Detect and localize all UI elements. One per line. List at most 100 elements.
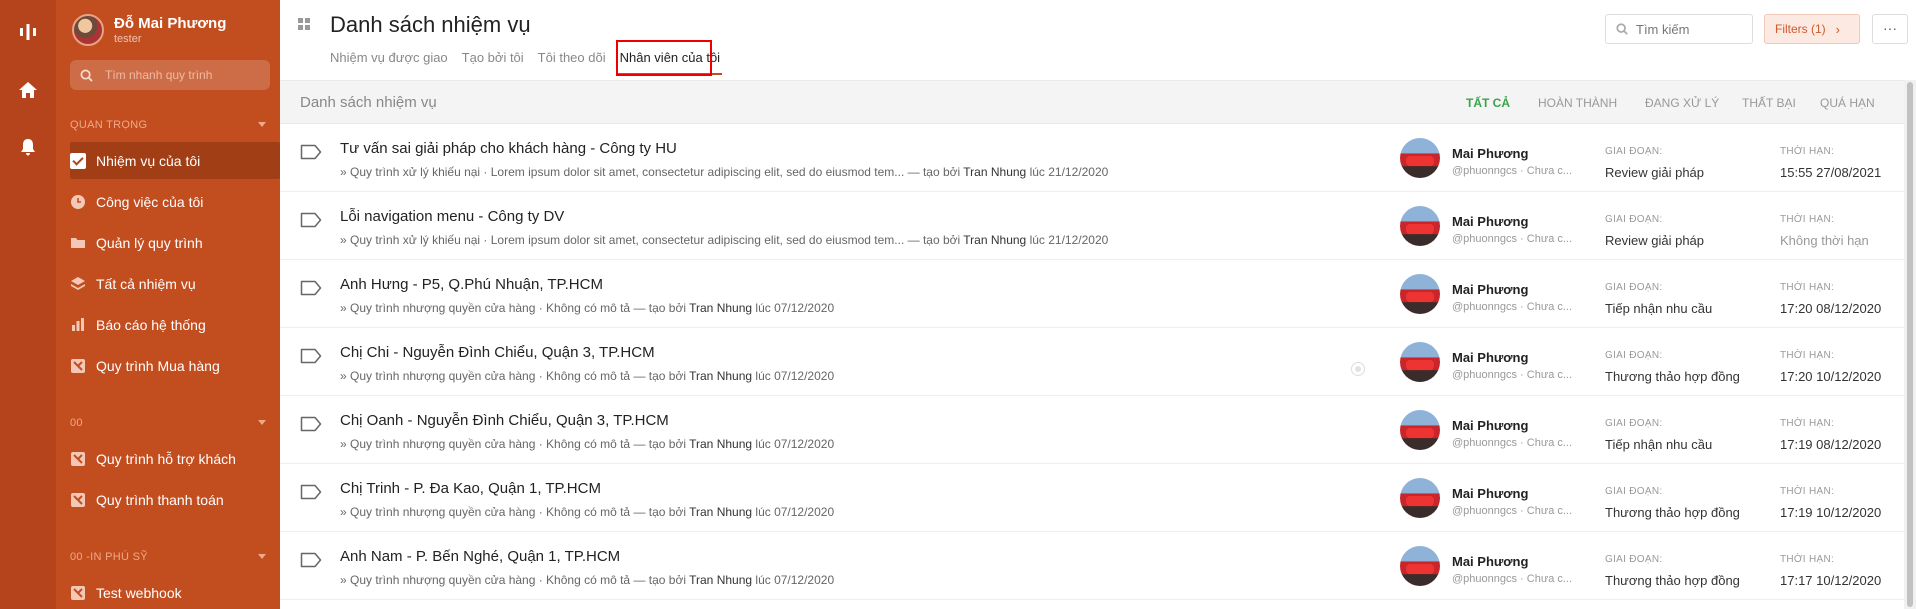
tag-icon[interactable] bbox=[300, 348, 322, 364]
stage-value: Tiếp nhận nhu cầu bbox=[1605, 301, 1713, 316]
sidebar-item-my-work[interactable]: Công việc của tôi bbox=[70, 183, 280, 220]
assignee-name: Mai Phương bbox=[1452, 214, 1529, 229]
page-title: Danh sách nhiệm vụ bbox=[330, 12, 531, 37]
task-description: » Quy trình nhượng quyền cửa hàng · Khôn… bbox=[340, 573, 690, 587]
section-header[interactable]: 00 -IN PHÚ SỸ bbox=[70, 551, 266, 563]
search-input[interactable]: Tìm kiếm bbox=[1605, 14, 1753, 44]
sidebar-item-test-webhook[interactable]: Test webhook bbox=[70, 574, 280, 609]
home-icon[interactable] bbox=[18, 80, 38, 100]
filters-button[interactable]: Filters (1) › bbox=[1764, 14, 1860, 44]
sidebar-item-label: Quy trình thanh toán bbox=[96, 491, 224, 508]
due-label: THỜI HẠN: bbox=[1780, 282, 1835, 293]
task-subtitle: » Quy trình xử lý khiếu nại · Lorem ipsu… bbox=[340, 165, 1108, 179]
task-row[interactable]: Anh Hưng - P5, Q.Phú Nhuận, TP.HCM » Quy… bbox=[280, 260, 1904, 328]
list-title: Danh sách nhiệm vụ bbox=[300, 94, 437, 111]
stage-value: Thương thảo hợp đồng bbox=[1605, 573, 1740, 588]
sidebar-item-label: Báo cáo hệ thống bbox=[96, 316, 206, 333]
due-label: THỜI HẠN: bbox=[1780, 214, 1835, 225]
user-role: tester bbox=[114, 32, 142, 45]
task-created-time: lúc 07/12/2020 bbox=[752, 437, 835, 451]
due-label: THỜI HẠN: bbox=[1780, 486, 1835, 497]
sidebar-item-all-tasks[interactable]: Tất cả nhiệm vụ bbox=[70, 265, 280, 302]
task-title[interactable]: Chị Oanh - Nguyễn Đình Chiểu, Quận 3, TP… bbox=[340, 412, 669, 429]
radio-button[interactable] bbox=[1351, 362, 1365, 376]
task-title[interactable]: Lỗi navigation menu - Công ty DV bbox=[340, 208, 564, 225]
assignee-name: Mai Phương bbox=[1452, 554, 1529, 569]
task-creator: Tran Nhung bbox=[689, 573, 753, 587]
sidebar-search-placeholder: Tìm nhanh quy trình bbox=[105, 68, 213, 82]
task-title[interactable]: Chị Chi - Nguyễn Đình Chiểu, Quận 3, TP.… bbox=[340, 344, 655, 361]
filter-all[interactable]: TẤT CẢ bbox=[1466, 96, 1510, 110]
task-row[interactable]: Chị Chi - Nguyễn Đình Chiểu, Quận 3, TP.… bbox=[280, 328, 1904, 396]
due-value: 15:55 27/08/2021 bbox=[1780, 165, 1882, 180]
task-title[interactable]: Anh Nam - P. Bến Nghé, Quận 1, TP.HCM bbox=[340, 548, 620, 565]
task-creator: Tran Nhung bbox=[689, 301, 753, 315]
tag-icon[interactable] bbox=[300, 416, 322, 432]
grid-icon[interactable] bbox=[298, 18, 310, 30]
task-title[interactable]: Anh Hưng - P5, Q.Phú Nhuận, TP.HCM bbox=[340, 276, 603, 293]
section-header[interactable]: 00 bbox=[70, 417, 266, 429]
task-row[interactable]: Chị Trinh - P. Đa Kao, Quận 1, TP.HCM » … bbox=[280, 464, 1904, 532]
tab-assigned-tasks[interactable]: Nhiệm vụ được giao bbox=[330, 50, 448, 65]
task-created-time: lúc 21/12/2020 bbox=[1026, 165, 1109, 179]
sidebar-item-payment-process[interactable]: Quy trình thanh toán bbox=[70, 481, 280, 518]
assignee-name: Mai Phương bbox=[1452, 486, 1529, 501]
assignee-handle: @phuonngcs · Chưa c... bbox=[1452, 437, 1573, 449]
task-row[interactable]: Lỗi navigation menu - Công ty DV » Quy t… bbox=[280, 192, 1904, 260]
sidebar-search-input[interactable]: Tìm nhanh quy trình bbox=[70, 60, 270, 90]
sidebar-item-system-report[interactable]: Báo cáo hệ thống bbox=[70, 306, 280, 343]
tag-icon[interactable] bbox=[300, 212, 322, 228]
sidebar-item-label: Test webhook bbox=[96, 584, 182, 601]
search-placeholder: Tìm kiếm bbox=[1636, 21, 1690, 37]
process-icon bbox=[70, 358, 86, 374]
tag-icon[interactable] bbox=[300, 144, 322, 160]
task-subtitle: » Quy trình nhượng quyền cửa hàng · Khôn… bbox=[340, 301, 834, 315]
assignee-name: Mai Phương bbox=[1452, 282, 1529, 297]
assignee-handle: @phuonngcs · Chưa c... bbox=[1452, 233, 1573, 245]
avatar bbox=[1400, 410, 1440, 450]
task-title[interactable]: Chị Trinh - P. Đa Kao, Quận 1, TP.HCM bbox=[340, 480, 601, 497]
sidebar-item-my-tasks[interactable]: Nhiệm vụ của tôi bbox=[70, 142, 280, 179]
tab-highlight-box bbox=[616, 40, 712, 76]
task-row[interactable]: Tư vấn sai giải pháp cho khách hàng - Cô… bbox=[280, 124, 1904, 192]
scrollbar-thumb[interactable] bbox=[1907, 82, 1913, 607]
sidebar-item-label: Quy trình Mua hàng bbox=[96, 357, 220, 374]
avatar bbox=[1400, 546, 1440, 586]
avatar bbox=[1400, 478, 1440, 518]
task-creator: Tran Nhung bbox=[689, 437, 753, 451]
stage-label: GIAI ĐOẠN: bbox=[1605, 146, 1663, 157]
section-header[interactable]: QUAN TRỌNG bbox=[70, 119, 266, 131]
sidebar-item-customer-support-process[interactable]: Quy trình hỗ trợ khách bbox=[70, 440, 280, 477]
filter-failed[interactable]: THẤT BẠI bbox=[1742, 96, 1796, 110]
app-logo-icon[interactable] bbox=[18, 22, 38, 42]
task-description: » Quy trình xử lý khiếu nại · Lorem ipsu… bbox=[340, 165, 964, 179]
user-avatar bbox=[72, 14, 104, 46]
clock-icon bbox=[70, 194, 86, 210]
task-title[interactable]: Tư vấn sai giải pháp cho khách hàng - Cô… bbox=[340, 140, 677, 157]
due-value: 17:20 08/12/2020 bbox=[1780, 301, 1882, 316]
user-profile[interactable]: Đỗ Mai Phương tester bbox=[72, 14, 226, 46]
stage-value: Tiếp nhận nhu cầu bbox=[1605, 437, 1713, 452]
task-created-time: lúc 07/12/2020 bbox=[752, 301, 835, 315]
section-label: 00 -IN PHÚ SỸ bbox=[70, 551, 148, 563]
tag-icon[interactable] bbox=[300, 484, 322, 500]
sidebar-item-purchase-process[interactable]: Quy trình Mua hàng bbox=[70, 347, 280, 384]
task-row[interactable]: Chị Oanh - Nguyễn Đình Chiểu, Quận 3, TP… bbox=[280, 396, 1904, 464]
more-options-button[interactable]: ··· bbox=[1872, 14, 1908, 44]
filter-completed[interactable]: HOÀN THÀNH bbox=[1538, 96, 1617, 110]
task-row[interactable]: Anh Nam - P. Bến Nghé, Quận 1, TP.HCM » … bbox=[280, 532, 1904, 600]
tab-following[interactable]: Tôi theo dõi bbox=[538, 50, 606, 65]
folder-icon bbox=[70, 235, 86, 251]
task-creator: Tran Nhung bbox=[963, 165, 1027, 179]
filter-overdue[interactable]: QUÁ HẠN bbox=[1820, 96, 1875, 110]
tab-created-by-me[interactable]: Tạo bởi tôi bbox=[462, 50, 524, 65]
tag-icon[interactable] bbox=[300, 280, 322, 296]
tag-icon[interactable] bbox=[300, 552, 322, 568]
stage-value: Review giải pháp bbox=[1605, 165, 1705, 180]
scrollbar[interactable] bbox=[1904, 80, 1916, 609]
stage-label: GIAI ĐOẠN: bbox=[1605, 554, 1663, 565]
layers-icon bbox=[70, 276, 86, 292]
filter-in-progress[interactable]: ĐANG XỬ LÝ bbox=[1645, 96, 1719, 110]
bell-icon[interactable] bbox=[18, 137, 38, 157]
sidebar-item-process-management[interactable]: Quản lý quy trình bbox=[70, 224, 280, 261]
